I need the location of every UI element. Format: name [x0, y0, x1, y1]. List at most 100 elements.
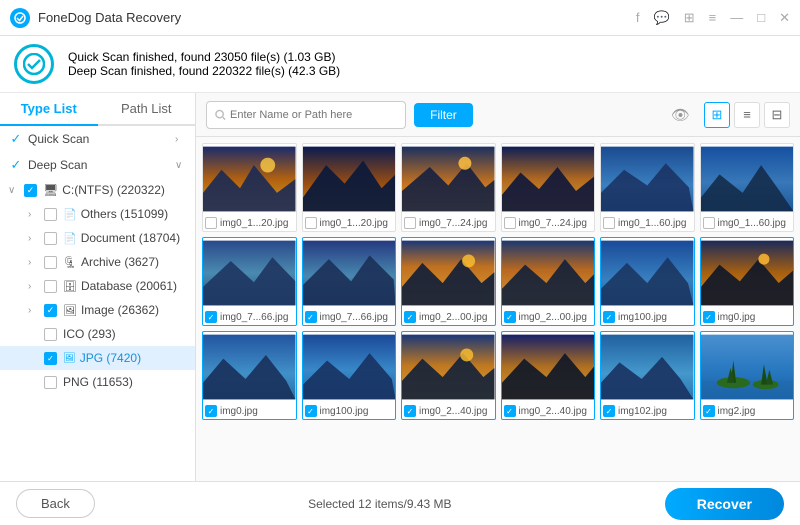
maximize-icon[interactable]: □	[757, 10, 765, 25]
jpg-icon: 🖼	[63, 353, 76, 364]
list-item[interactable]: ✓ img100.jpg	[600, 237, 695, 326]
drive-arrow: ∨	[8, 185, 20, 196]
list-item[interactable]: img0_1...60.jpg	[600, 143, 695, 232]
archive-checkbox[interactable]	[44, 256, 57, 269]
detail-view-button[interactable]: ⊟	[764, 102, 790, 128]
image-checkbox[interactable]: ✓	[703, 311, 715, 323]
image-label: ✓ img0_2...00.jpg	[502, 308, 595, 325]
right-toolbar: Filter 👁 ⊞ ≡ ⊟	[196, 93, 800, 137]
list-item[interactable]: img0_1...20.jpg	[202, 143, 297, 232]
list-item[interactable]: img0_1...20.jpg	[302, 143, 397, 232]
right-panel: Filter 👁 ⊞ ≡ ⊟ img0_1...20.jpg	[196, 93, 800, 481]
sidebar-item-png[interactable]: PNG (11653)	[0, 370, 195, 394]
scan-status-text: Quick Scan finished, found 23050 file(s)…	[68, 50, 340, 78]
png-label: PNG (11653)	[63, 375, 133, 389]
main-area: Type List Path List ✓ Quick Scan › ✓ Dee…	[0, 93, 800, 481]
image-thumbnail	[203, 332, 296, 402]
menu-icon[interactable]: ≡	[709, 10, 717, 25]
eye-icon[interactable]: 👁	[671, 106, 690, 124]
tab-path-list[interactable]: Path List	[98, 93, 196, 126]
archive-folder-icon: 🗜	[63, 256, 77, 269]
sidebar-item-quick-scan[interactable]: ✓ Quick Scan ›	[0, 126, 195, 152]
image-checkbox[interactable]	[205, 217, 217, 229]
image-grid: img0_1...20.jpg img0_1...20.jpg	[202, 143, 794, 420]
back-button[interactable]: Back	[16, 489, 95, 518]
image-checkbox[interactable]: ✓	[44, 304, 57, 317]
search-input[interactable]	[230, 109, 397, 121]
image-label: img0_1...60.jpg	[601, 214, 694, 231]
image-checkbox[interactable]: ✓	[603, 405, 615, 417]
close-icon[interactable]: ✕	[779, 10, 790, 26]
list-item[interactable]: ✓ img0_2...00.jpg	[401, 237, 496, 326]
image-thumbnail	[303, 144, 396, 214]
bottom-bar: Back Selected 12 items/9.43 MB Recover	[0, 481, 800, 525]
image-checkbox[interactable]: ✓	[404, 405, 416, 417]
tab-type-list[interactable]: Type List	[0, 93, 98, 126]
sidebar-item-ico[interactable]: ICO (293)	[0, 322, 195, 346]
image-checkbox[interactable]: ✓	[603, 311, 615, 323]
list-item[interactable]: ✓ img0_2...00.jpg	[501, 237, 596, 326]
drive-checkbox[interactable]: ✓	[24, 184, 37, 197]
image-thumbnail	[303, 332, 396, 402]
title-bar: FoneDog Data Recovery f 💬 ⊞ ≡ — □ ✕	[0, 0, 800, 36]
facebook-icon[interactable]: f	[636, 10, 640, 25]
sidebar-item-image[interactable]: › ✓ 🖼 Image (26362)	[0, 298, 195, 322]
sidebar-item-deep-scan[interactable]: ✓ Deep Scan ∨	[0, 152, 195, 178]
list-item[interactable]: ✓ img0_7...66.jpg	[202, 237, 297, 326]
sidebar-item-jpg[interactable]: ✓ 🖼 JPG (7420)	[0, 346, 195, 370]
others-folder-icon: 📄	[63, 208, 77, 221]
image-checkbox[interactable]: ✓	[703, 405, 715, 417]
image-label: img0_7...24.jpg	[402, 214, 495, 231]
image-label: img0_1...20.jpg	[203, 214, 296, 231]
list-item[interactable]: ✓ img2.jpg	[700, 331, 795, 420]
image-folder-icon: 🖼	[63, 304, 77, 317]
image-label: ✓ img0_2...40.jpg	[502, 402, 595, 419]
list-item[interactable]: ✓ img0_7...66.jpg	[302, 237, 397, 326]
image-checkbox[interactable]: ✓	[205, 405, 217, 417]
filter-button[interactable]: Filter	[414, 103, 473, 127]
list-item[interactable]: ✓ img0.jpg	[700, 237, 795, 326]
image-checkbox[interactable]: ✓	[305, 311, 317, 323]
document-folder-icon: 📄	[63, 232, 77, 245]
search-box[interactable]	[206, 101, 406, 129]
image-checkbox[interactable]	[504, 217, 516, 229]
image-checkbox[interactable]	[603, 217, 615, 229]
grid-view-button[interactable]: ⊞	[704, 102, 730, 128]
grid-icon[interactable]: ⊞	[684, 10, 695, 26]
sidebar-item-drive[interactable]: ∨ ✓ 🖥 C:(NTFS) (220322)	[0, 178, 195, 202]
ico-checkbox[interactable]	[44, 328, 57, 341]
minimize-icon[interactable]: —	[730, 10, 743, 25]
document-checkbox[interactable]	[44, 232, 57, 245]
sidebar-item-database[interactable]: › 🗄 Database (20061)	[0, 274, 195, 298]
jpg-checkbox[interactable]: ✓	[44, 352, 57, 365]
image-checkbox[interactable]: ✓	[504, 311, 516, 323]
database-checkbox[interactable]	[44, 280, 57, 293]
image-checkbox[interactable]: ✓	[305, 405, 317, 417]
database-label: Database (20061)	[81, 279, 177, 293]
list-item[interactable]: img0_7...24.jpg	[401, 143, 496, 232]
header-status: Quick Scan finished, found 23050 file(s)…	[0, 36, 800, 93]
list-item[interactable]: ✓ img100.jpg	[302, 331, 397, 420]
list-item[interactable]: ✓ img102.jpg	[600, 331, 695, 420]
sidebar-item-document[interactable]: › 📄 Document (18704)	[0, 226, 195, 250]
recover-button[interactable]: Recover	[665, 488, 784, 520]
quick-scan-check: ✓	[8, 131, 24, 147]
list-view-button[interactable]: ≡	[734, 102, 760, 128]
image-checkbox[interactable]	[305, 217, 317, 229]
image-label: ✓ img0_7...66.jpg	[203, 308, 296, 325]
sidebar-item-others[interactable]: › 📄 Others (151099)	[0, 202, 195, 226]
image-checkbox[interactable]: ✓	[504, 405, 516, 417]
sidebar-item-archive[interactable]: › 🗜 Archive (3627)	[0, 250, 195, 274]
image-checkbox[interactable]: ✓	[205, 311, 217, 323]
list-item[interactable]: img0_1...60.jpg	[700, 143, 795, 232]
list-item[interactable]: img0_7...24.jpg	[501, 143, 596, 232]
message-icon[interactable]: 💬	[654, 10, 670, 26]
image-checkbox[interactable]: ✓	[404, 311, 416, 323]
image-checkbox[interactable]	[404, 217, 416, 229]
others-checkbox[interactable]	[44, 208, 57, 221]
list-item[interactable]: ✓ img0_2...40.jpg	[401, 331, 496, 420]
list-item[interactable]: ✓ img0.jpg	[202, 331, 297, 420]
image-checkbox[interactable]	[703, 217, 715, 229]
list-item[interactable]: ✓ img0_2...40.jpg	[501, 331, 596, 420]
png-checkbox[interactable]	[44, 376, 57, 389]
